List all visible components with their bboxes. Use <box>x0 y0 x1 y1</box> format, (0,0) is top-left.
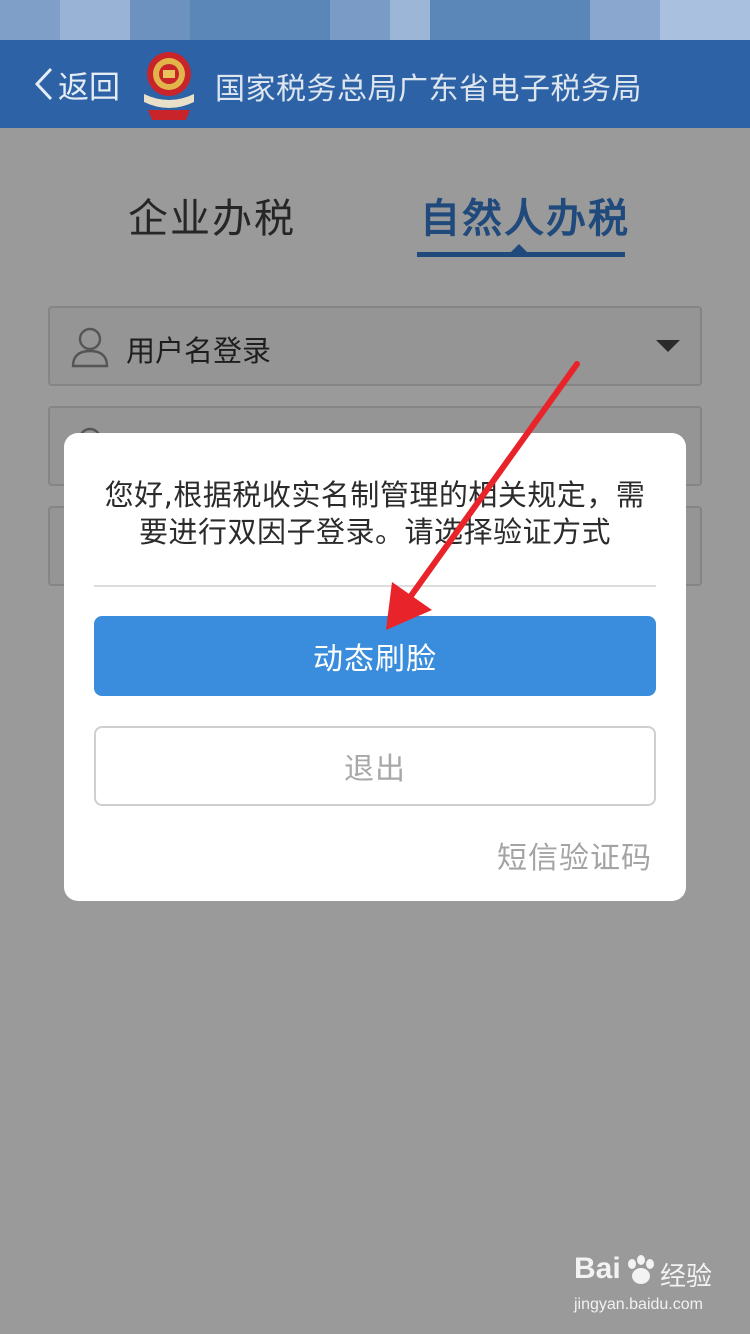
active-tab-caret <box>511 244 527 252</box>
app-header: 返回 国家税务总局广东省电子税务局 <box>0 40 750 128</box>
paw-icon <box>628 1255 654 1284</box>
dialog-message-line-1: 您好,根据税收实名制管理的相关规定，需 <box>104 478 646 512</box>
sms-code-link[interactable]: 短信验证码 <box>497 833 652 877</box>
watermark-brand: Bai <box>574 1252 621 1285</box>
dropdown-arrow-icon <box>656 340 680 352</box>
tax-emblem-logo <box>144 52 194 120</box>
tab-natural-person[interactable]: 自然人办税 <box>420 186 630 244</box>
dialog-message-line-2: 要进行双因子登录。请选择验证方式 <box>138 515 611 549</box>
login-type-value: 用户名登录 <box>126 334 272 368</box>
back-label: 返回 <box>58 69 120 106</box>
watermark-url: jingyan.baidu.com <box>574 1296 703 1313</box>
active-tab-indicator <box>417 252 625 257</box>
verification-dialog: 您好,根据税收实名制管理的相关规定，需 要进行双因子登录。请选择验证方式 动态刷… <box>64 433 686 901</box>
user-icon <box>71 327 109 368</box>
baidu-jingyan-watermark: Bai 经验 jingyan.baidu.com <box>574 1252 724 1318</box>
back-button[interactable]: 返回 <box>34 62 120 106</box>
face-verify-button[interactable]: 动态刷脸 <box>94 616 656 696</box>
status-bar <box>0 0 750 40</box>
tab-enterprise[interactable]: 企业办税 <box>128 186 296 244</box>
chevron-left-icon <box>34 67 53 101</box>
dialog-divider <box>94 585 656 587</box>
watermark-brand-suffix: 经验 <box>660 1262 713 1292</box>
dialog-message: 您好,根据税收实名制管理的相关规定，需 要进行双因子登录。请选择验证方式 <box>92 477 658 551</box>
exit-button[interactable]: 退出 <box>94 726 656 806</box>
header-title: 国家税务总局广东省电子税务局 <box>215 72 642 107</box>
login-type-select[interactable]: 用户名登录 <box>48 306 702 386</box>
